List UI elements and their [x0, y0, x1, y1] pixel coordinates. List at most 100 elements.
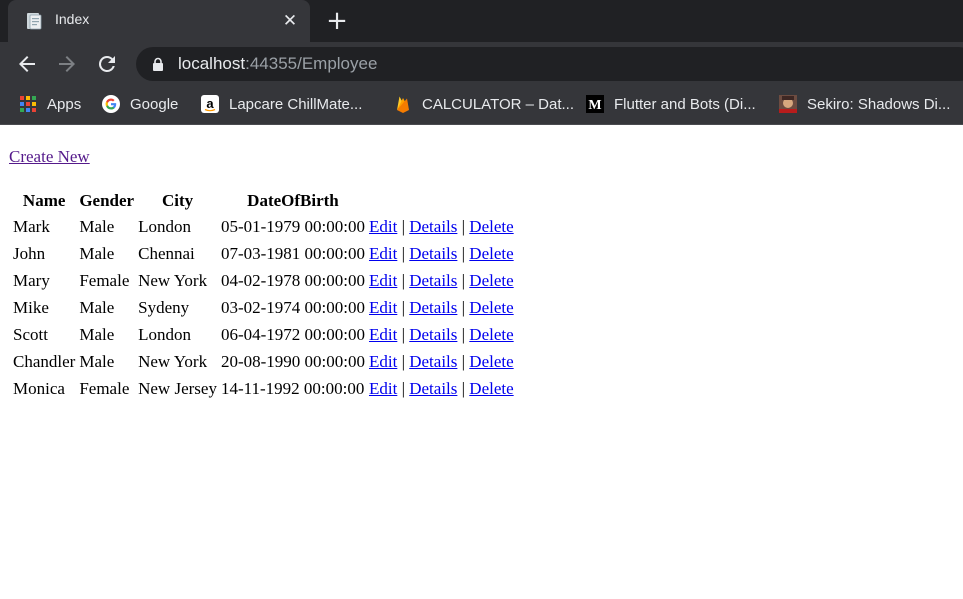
table-header-row: Name Gender City DateOfBirth: [12, 190, 515, 212]
separator: |: [401, 297, 405, 317]
separator: |: [461, 351, 466, 371]
delete-link[interactable]: Delete: [469, 379, 513, 398]
details-link[interactable]: Details: [409, 352, 457, 371]
details-link[interactable]: Details: [409, 298, 457, 317]
bookmarks-bar: Apps Google a Lapcare ChillMate... CALCU…: [0, 86, 963, 125]
column-header-actions: [368, 190, 515, 212]
cell-gender: Male: [79, 297, 115, 317]
edit-link[interactable]: Edit: [369, 298, 397, 317]
cell-city: Chennai: [138, 243, 195, 263]
cell-gender: Male: [79, 324, 115, 344]
cell-gender: Male: [79, 243, 115, 263]
svg-text:a: a: [206, 96, 214, 111]
cell-gender: Female: [79, 378, 130, 398]
table-body: Mark Male London 05-01-1979 00:00:00 Edit | …: [12, 214, 515, 401]
cell-dob: 03-02-1974 00:00:00: [220, 297, 365, 317]
column-header-gender: Gender: [79, 191, 135, 210]
url-text[interactable]: localhost:44355/Employee: [178, 54, 377, 74]
delete-link[interactable]: Delete: [469, 217, 513, 236]
browser-tab[interactable]: Index ✕: [8, 0, 310, 42]
table-row: Monica Female New Jersey 14-11-1992 00:00:0…: [12, 376, 515, 401]
back-arrow-icon[interactable]: [15, 52, 39, 76]
medium-icon: M: [586, 95, 604, 113]
employee-table: Name Gender City DateOfBirth Mark Male Lon…: [10, 188, 517, 403]
apps-grid-icon: [20, 96, 36, 112]
details-link[interactable]: Details: [409, 244, 457, 263]
forward-arrow-icon[interactable]: [55, 52, 79, 76]
create-new-link[interactable]: Create New: [9, 147, 90, 167]
details-link[interactable]: Details: [409, 217, 457, 236]
cell-name: John: [13, 243, 46, 263]
delete-link[interactable]: Delete: [469, 271, 513, 290]
separator: |: [461, 243, 466, 263]
details-link[interactable]: Details: [409, 379, 457, 398]
cell-dob: 06-04-1972 00:00:00: [220, 324, 365, 344]
cell-city: New Jersey: [138, 378, 217, 398]
table-row: John Male Chennai 07-03-1981 00:00:00 Edit |…: [12, 241, 515, 266]
cell-actions: Edit | Details | Delete: [368, 241, 515, 266]
details-link[interactable]: Details: [409, 325, 457, 344]
separator: |: [461, 378, 466, 398]
cell-actions: Edit | Details | Delete: [368, 268, 515, 293]
edit-link[interactable]: Edit: [369, 217, 397, 236]
separator: |: [401, 324, 405, 344]
bookmark-label: Flutter and Bots (Di...: [614, 96, 756, 113]
address-bar[interactable]: localhost:44355/Employee: [136, 47, 963, 81]
bookmark-label: Google: [130, 96, 179, 113]
cell-name: Mike: [13, 297, 49, 317]
google-icon: [102, 95, 120, 113]
tab-title: Index: [55, 11, 90, 27]
cell-dob: 07-03-1981 00:00:00: [220, 243, 365, 263]
separator: |: [461, 297, 466, 317]
cell-name: Monica: [13, 378, 65, 398]
cell-actions: Edit | Details | Delete: [368, 214, 515, 239]
edit-link[interactable]: Edit: [369, 325, 397, 344]
separator: |: [401, 216, 405, 236]
separator: |: [401, 351, 405, 371]
column-header-name: Name: [22, 191, 66, 210]
cell-actions: Edit | Details | Delete: [368, 349, 515, 374]
delete-link[interactable]: Delete: [469, 244, 513, 263]
cell-name: Scott: [13, 324, 48, 344]
amazon-icon: a: [201, 95, 219, 113]
bookmark-label: Apps: [47, 96, 82, 113]
table-row: Mike Male Sydeny 03-02-1974 00:00:00 Edit | …: [12, 295, 515, 320]
bookmark-label: Lapcare ChillMate...: [229, 96, 363, 113]
cell-city: Sydeny: [138, 297, 190, 317]
sekiro-thumbnail-icon: [779, 95, 797, 113]
new-tab-button[interactable]: +: [325, 8, 349, 34]
delete-link[interactable]: Delete: [469, 352, 513, 371]
cell-city: New York: [138, 351, 208, 371]
close-tab-icon[interactable]: ✕: [280, 10, 300, 32]
delete-link[interactable]: Delete: [469, 298, 513, 317]
cell-city: London: [138, 324, 191, 344]
edit-link[interactable]: Edit: [369, 271, 397, 290]
separator: |: [461, 216, 466, 236]
cell-city: London: [138, 216, 191, 236]
details-link[interactable]: Details: [409, 271, 457, 290]
reload-icon[interactable]: [95, 52, 119, 76]
cell-name: Mark: [13, 216, 50, 236]
lock-icon[interactable]: [151, 57, 165, 71]
cell-dob: 05-01-1979 00:00:00: [220, 216, 365, 236]
table-row: Mark Male London 05-01-1979 00:00:00 Edit | …: [12, 214, 515, 239]
edit-link[interactable]: Edit: [369, 379, 397, 398]
bookmark-label: CALCULATOR – Dat...: [422, 96, 574, 113]
cell-dob: 20-08-1990 00:00:00: [220, 351, 365, 371]
cell-name: Mary: [13, 270, 50, 290]
cell-gender: Male: [79, 216, 115, 236]
page-content: Create New Name Gender City DateOfBirth …: [0, 125, 963, 599]
url-path: :44355/Employee: [245, 54, 378, 73]
delete-link[interactable]: Delete: [469, 325, 513, 344]
edit-link[interactable]: Edit: [369, 244, 397, 263]
edit-link[interactable]: Edit: [369, 352, 397, 371]
browser-toolbar: localhost:44355/Employee: [0, 42, 963, 86]
cell-actions: Edit | Details | Delete: [368, 322, 515, 347]
cell-dob: 04-02-1978 00:00:00: [220, 270, 365, 290]
url-host: localhost: [178, 54, 246, 73]
table-row: Scott Male London 06-04-1972 00:00:00 Edit |…: [12, 322, 515, 347]
separator: |: [461, 324, 466, 344]
bookmark-label: Sekiro: Shadows Di...: [807, 96, 951, 113]
document-favicon-icon: [27, 13, 42, 30]
cell-gender: Male: [79, 351, 115, 371]
